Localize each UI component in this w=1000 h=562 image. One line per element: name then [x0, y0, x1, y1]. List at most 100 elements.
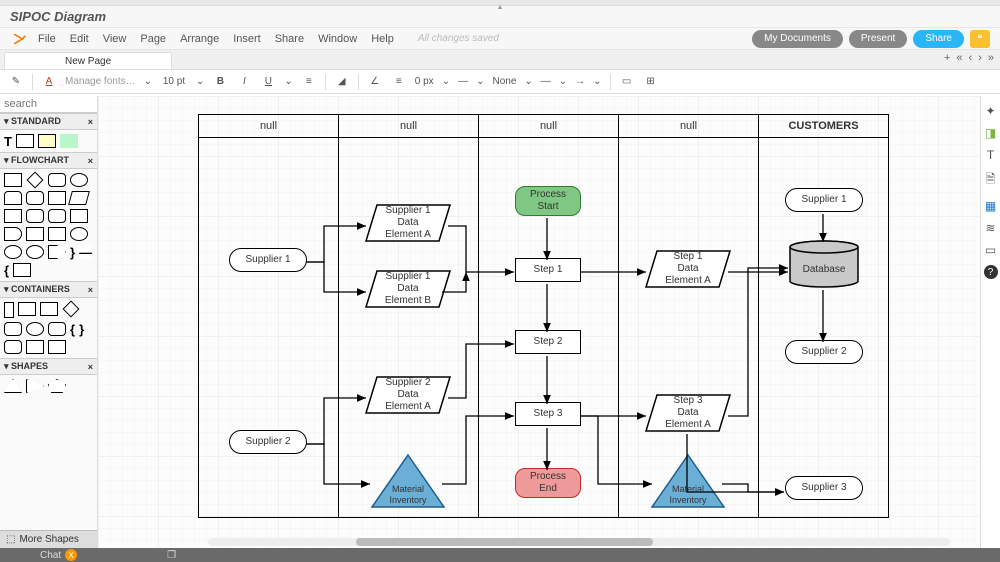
tab-new-page[interactable]: New Page: [4, 52, 172, 69]
rect-shape-icon[interactable]: [16, 134, 34, 148]
fc-ellipse-icon[interactable]: [70, 173, 88, 187]
node-material-2[interactable]: MaterialInventory: [651, 454, 725, 508]
fc-icon-10[interactable]: [26, 209, 44, 223]
menu-window[interactable]: Window: [318, 33, 357, 45]
line-color-icon[interactable]: ∠: [367, 76, 383, 87]
share-button[interactable]: Share: [913, 30, 964, 48]
ct-icon-7[interactable]: [48, 322, 66, 336]
node-step1-out[interactable]: Step 1DataElement A: [645, 250, 731, 288]
node-s1-data-a[interactable]: Supplier 1DataElement A: [365, 204, 451, 242]
node-step3-out[interactable]: Step 3DataElement A: [645, 394, 731, 432]
fc-para-icon[interactable]: [68, 191, 90, 205]
my-documents-button[interactable]: My Documents: [752, 30, 843, 48]
node-cust3[interactable]: Supplier 3: [785, 476, 863, 500]
block-shape-icon[interactable]: [60, 134, 78, 148]
fc-icon-15[interactable]: [48, 227, 66, 241]
canvas[interactable]: null null null null CUSTOMERS Supplier 1…: [98, 96, 980, 548]
align-button[interactable]: ≡: [301, 76, 317, 87]
node-database[interactable]: Database: [789, 240, 859, 288]
ct-icon-5[interactable]: [4, 322, 22, 336]
fc-doc-icon[interactable]: [4, 191, 22, 205]
node-cust2[interactable]: Supplier 2: [785, 340, 863, 364]
fc-icon-13[interactable]: [4, 227, 22, 241]
ct-icon-2[interactable]: [18, 302, 36, 316]
ct-icon-12[interactable]: [48, 340, 66, 354]
font-color-icon[interactable]: A: [41, 76, 57, 87]
ct-icon-8[interactable]: {: [70, 322, 75, 336]
section-shapes[interactable]: ▾ SHAPES×: [0, 358, 97, 375]
text-tool-icon[interactable]: T: [987, 148, 994, 162]
chat-button[interactable]: ChatX: [40, 549, 77, 561]
tab-first-icon[interactable]: «: [956, 52, 962, 64]
ct-icon-3[interactable]: [40, 302, 58, 316]
tab-prev-icon[interactable]: ‹: [969, 52, 973, 64]
section-standard[interactable]: ▾ STANDARD×: [0, 113, 97, 130]
present-tool-icon[interactable]: ▭: [985, 243, 996, 257]
note-shape-icon[interactable]: [38, 134, 56, 148]
section-flowchart[interactable]: ▾ FLOWCHART×: [0, 152, 97, 169]
menu-help[interactable]: Help: [371, 33, 394, 45]
page-tool-icon[interactable]: 🗎: [986, 170, 996, 191]
node-supplier2[interactable]: Supplier 2: [229, 430, 307, 454]
ai-icon[interactable]: ✦: [985, 104, 995, 118]
node-process-end[interactable]: ProcessEnd: [515, 468, 581, 498]
fc-icon-12[interactable]: [70, 209, 88, 223]
present-button[interactable]: Present: [849, 30, 907, 48]
font-size-input[interactable]: 10 pt: [160, 76, 188, 87]
line-style-icon[interactable]: ≡: [391, 76, 407, 87]
sh-tri-icon[interactable]: [4, 379, 22, 393]
lane-header-3[interactable]: null: [619, 115, 759, 138]
menu-edit[interactable]: Edit: [70, 33, 89, 45]
menu-share[interactable]: Share: [275, 33, 304, 45]
fc-icon-9[interactable]: [4, 209, 22, 223]
more-shapes-button[interactable]: ⬚More Shapes: [0, 530, 97, 548]
underline-button[interactable]: U: [260, 76, 276, 87]
arrow-start-select[interactable]: None: [492, 76, 516, 87]
menu-arrange[interactable]: Arrange: [180, 33, 219, 45]
italic-button[interactable]: I: [236, 76, 252, 87]
arrow-mid-select[interactable]: —: [541, 76, 551, 87]
tab-add-icon[interactable]: +: [944, 52, 950, 64]
paint-tool-icon[interactable]: ✎: [8, 76, 24, 87]
lane-header-1[interactable]: null: [339, 115, 479, 138]
lane-0[interactable]: Supplier 1 Supplier 2: [199, 138, 339, 518]
sh-pent-icon[interactable]: [48, 379, 66, 393]
fc-icon-17[interactable]: [4, 245, 22, 259]
ct-icon-1[interactable]: [4, 302, 14, 318]
node-cust1[interactable]: Supplier 1: [785, 188, 863, 212]
lane-4[interactable]: Supplier 1 Database Supplier 2 Supplier …: [759, 138, 889, 518]
sipoc-diagram[interactable]: null null null null CUSTOMERS Supplier 1…: [198, 114, 889, 518]
ct-icon-6[interactable]: [26, 322, 44, 336]
search-input[interactable]: [0, 96, 98, 112]
node-s2-data-a[interactable]: Supplier 2DataElement A: [365, 376, 451, 414]
fc-icon-16[interactable]: [70, 227, 88, 241]
ct-icon-9[interactable]: }: [79, 322, 84, 336]
layers-icon[interactable]: ≋: [985, 221, 995, 235]
text-shape-icon[interactable]: T: [4, 134, 12, 148]
fc-rect-icon[interactable]: [4, 173, 22, 187]
font-selector[interactable]: Manage fonts…: [65, 76, 136, 87]
lane-header-0[interactable]: null: [199, 115, 339, 138]
node-material-1[interactable]: MaterialInventory: [371, 454, 445, 508]
theme-icon[interactable]: ◨: [985, 126, 996, 140]
line-dash-select[interactable]: —: [458, 76, 468, 87]
section-containers[interactable]: ▾ CONTAINERS×: [0, 281, 97, 298]
fc-dash-icon[interactable]: —: [79, 245, 92, 259]
arrow-end-select[interactable]: →: [575, 76, 585, 87]
table-tool-icon[interactable]: ▦: [985, 199, 996, 213]
fc-term-icon[interactable]: [48, 173, 66, 187]
fc-icon-11[interactable]: [48, 209, 66, 223]
lane-3[interactable]: Step 1DataElement A Step 3DataElement A …: [619, 138, 759, 518]
lane-header-4[interactable]: CUSTOMERS: [759, 115, 889, 138]
node-step2[interactable]: Step 2: [515, 330, 581, 354]
help-icon[interactable]: ?: [984, 265, 998, 279]
node-process-start[interactable]: ProcessStart: [515, 186, 581, 216]
fill-icon[interactable]: ◢: [334, 76, 350, 87]
node-step3[interactable]: Step 3: [515, 402, 581, 426]
fc-icon-7[interactable]: [48, 191, 66, 205]
ct-icon-11[interactable]: [26, 340, 44, 354]
node-s1-data-b[interactable]: Supplier 1DataElement B: [365, 270, 451, 308]
stroke-width-input[interactable]: 0 px: [415, 76, 434, 87]
lane-header-2[interactable]: null: [479, 115, 619, 138]
menu-page[interactable]: Page: [140, 33, 166, 45]
